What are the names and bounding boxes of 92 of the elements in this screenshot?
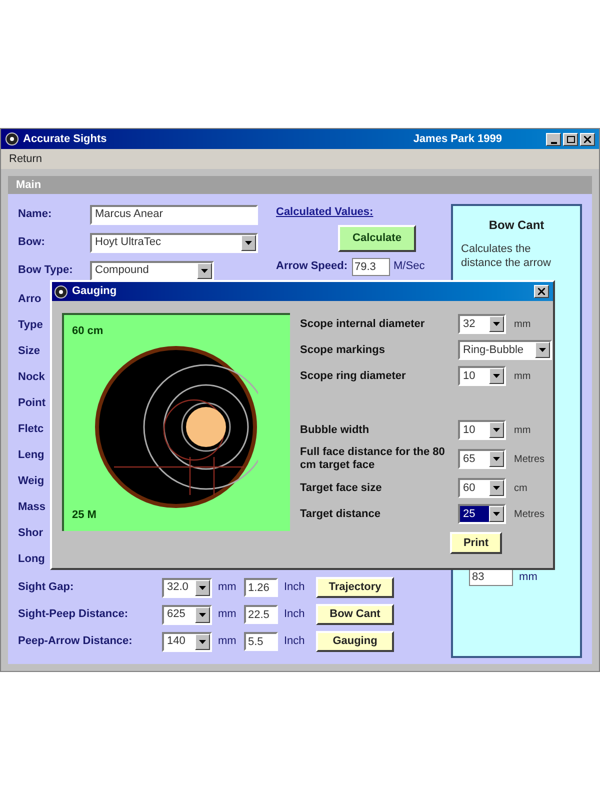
dropdown[interactable]: Hoyt UltraTec bbox=[90, 232, 258, 252]
unit-label: cm bbox=[514, 482, 528, 496]
minimize-icon bbox=[550, 142, 556, 144]
unit-label: mm bbox=[218, 607, 238, 622]
caret-icon bbox=[199, 612, 206, 616]
caret-icon bbox=[201, 268, 208, 272]
field-label: Bow: bbox=[18, 235, 46, 250]
description-text: Calculates the distance the arrow bbox=[461, 242, 552, 270]
field-label: Mass bbox=[18, 500, 47, 515]
dropdown[interactable]: 625 bbox=[162, 604, 212, 624]
caret-icon bbox=[199, 640, 206, 644]
minimize-button[interactable] bbox=[546, 132, 561, 146]
field-label: Size bbox=[18, 344, 42, 359]
panel-title: Bow Cant bbox=[488, 217, 546, 234]
unit-label: mm bbox=[218, 580, 238, 596]
app-icon bbox=[5, 132, 19, 146]
unit-label: M/Sec bbox=[394, 259, 425, 274]
field-label: Arro bbox=[18, 292, 42, 307]
unit-label: Inch bbox=[284, 580, 306, 596]
unit-label: Metres bbox=[514, 452, 545, 466]
field-label: Fletc bbox=[18, 422, 45, 437]
dropdown[interactable]: Ring-Bubble bbox=[458, 340, 552, 360]
field-label: Bubble width bbox=[300, 424, 370, 436]
inch-field[interactable]: 22.5 bbox=[244, 605, 278, 624]
field-label: Scope ring diameter bbox=[300, 370, 407, 382]
field-label: Sight Gap: bbox=[18, 580, 75, 596]
field-label: Scope markings bbox=[300, 344, 386, 356]
field-label: Peep-Arrow Distance: bbox=[18, 634, 134, 650]
dropdown[interactable]: 32.0 bbox=[162, 578, 212, 598]
action-button[interactable]: Bow Cant bbox=[316, 604, 394, 625]
close-button[interactable] bbox=[580, 132, 595, 146]
dropdown[interactable]: 10 bbox=[458, 420, 506, 440]
inch-field[interactable]: 1.26 bbox=[244, 578, 278, 597]
dropdown[interactable]: 32 bbox=[458, 314, 506, 334]
distance-label: 25 M bbox=[72, 508, 98, 522]
calculate-button[interactable]: Calculate bbox=[338, 224, 416, 252]
window-title: Accurate Sights bbox=[23, 132, 107, 147]
field-label: Long bbox=[18, 552, 46, 567]
dropdown[interactable]: Compound bbox=[90, 260, 214, 280]
caret-icon bbox=[493, 512, 500, 516]
unit-label: mm bbox=[514, 370, 531, 384]
action-button[interactable]: Trajectory bbox=[316, 577, 394, 598]
unit-label: mm bbox=[218, 634, 238, 650]
caret-icon bbox=[493, 374, 500, 378]
caret-icon bbox=[493, 457, 500, 461]
field-label: Shor bbox=[18, 526, 44, 541]
field-label: Target face size bbox=[300, 482, 383, 494]
field-label: Weig bbox=[18, 474, 46, 489]
field-label: Bow Type: bbox=[18, 263, 74, 278]
unit-label: mm bbox=[514, 424, 531, 438]
scale-label: 60 cm bbox=[72, 324, 104, 339]
maximize-icon bbox=[566, 136, 574, 142]
caret-icon bbox=[539, 348, 546, 352]
unit-label: Inch bbox=[284, 607, 306, 622]
dialog-title: Gauging bbox=[72, 284, 118, 300]
close-icon bbox=[538, 288, 545, 295]
field-label: Type bbox=[18, 318, 44, 333]
close-button[interactable] bbox=[534, 285, 549, 298]
close-icon bbox=[584, 136, 591, 142]
field-label: Arrow Speed: bbox=[276, 259, 348, 274]
field-label: Point bbox=[18, 396, 46, 411]
caret-icon bbox=[199, 586, 206, 590]
field-label: Full face distance for the 80 cm target face bbox=[300, 446, 446, 472]
action-button[interactable]: Gauging bbox=[316, 631, 394, 652]
name-field[interactable]: Marcus Anear bbox=[90, 204, 258, 224]
field-label: Leng bbox=[18, 448, 46, 463]
dropdown[interactable]: 10 bbox=[458, 366, 506, 386]
maximize-button[interactable] bbox=[563, 132, 578, 146]
field-label: Target distance bbox=[300, 508, 382, 520]
field-label: Name: bbox=[18, 207, 53, 222]
menu-item[interactable]: Return bbox=[9, 150, 42, 168]
author-credit: James Park 1999 bbox=[413, 132, 502, 147]
inch-field[interactable]: 5.5 bbox=[244, 632, 278, 651]
caret-icon bbox=[493, 428, 500, 432]
speed-field[interactable]: 79.3 bbox=[352, 258, 390, 276]
unit-label: Metres bbox=[514, 508, 545, 522]
calculated-values-link[interactable]: Calculated Values: bbox=[276, 204, 425, 220]
field-label: Scope internal diameter bbox=[300, 318, 426, 330]
caret-icon bbox=[245, 240, 252, 244]
caret-icon bbox=[493, 486, 500, 490]
dropdown[interactable]: 60 bbox=[458, 478, 506, 498]
field-label: Nock bbox=[18, 370, 46, 385]
field-label: Sight-Peep Distance: bbox=[18, 607, 130, 622]
unit-label: Inch bbox=[284, 634, 306, 650]
dropdown[interactable]: 25 bbox=[458, 504, 506, 524]
caret-icon bbox=[493, 322, 500, 326]
unit-label: mm bbox=[514, 318, 531, 332]
dropdown[interactable]: 65 bbox=[458, 449, 506, 469]
app-icon bbox=[54, 284, 68, 298]
print-button[interactable]: Print bbox=[450, 532, 502, 554]
unit-label: mm bbox=[519, 570, 538, 585]
dropdown[interactable]: 140 bbox=[162, 632, 212, 652]
